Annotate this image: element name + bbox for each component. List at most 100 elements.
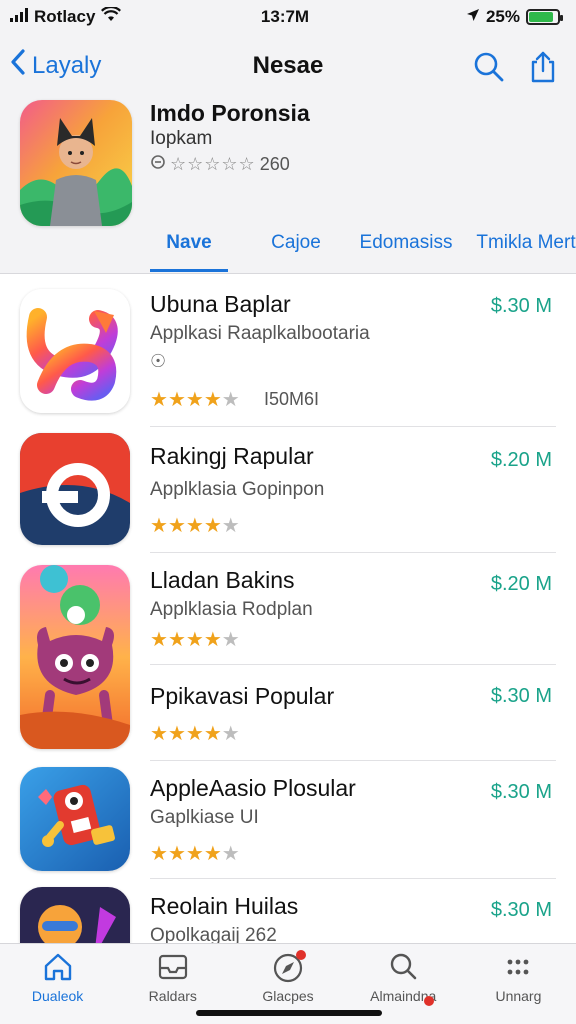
notification-badge — [423, 996, 434, 1006]
star-icon: ★ — [203, 723, 222, 745]
status-left: Rotlacy — [10, 5, 190, 27]
carrier-name: Rotlacy — [34, 7, 96, 26]
price-button[interactable]: $.30 M — [491, 899, 552, 922]
star-icon: ★ — [185, 629, 204, 651]
star-icon: ★ — [185, 723, 204, 745]
tabbar-label: Raldars — [148, 988, 197, 1004]
featured-app-stars: ☆☆☆☆☆ — [170, 154, 256, 174]
app-subtitle: Applklasia Gopinpon — [150, 479, 325, 500]
tab-edomasiss[interactable]: Edomasiss — [346, 220, 466, 272]
app-rating-stars: ★★★★★ — [150, 841, 240, 866]
status-bar: Rotlacy 13:7M 25% — [0, 0, 576, 34]
star-icon: ★ — [150, 843, 168, 865]
status-time: 13:7M — [260, 7, 310, 26]
star-icon: ★ — [150, 389, 168, 411]
grid-icon — [508, 959, 529, 975]
share-icon — [531, 51, 555, 83]
star-icon: ★ — [185, 389, 204, 411]
battery-level — [529, 12, 553, 22]
location-icon — [466, 7, 480, 27]
app-subtitle: Opolkagaij 262 — [150, 925, 277, 943]
tabbar-label: Glacpes — [262, 988, 314, 1004]
segment-tabs: Nave Cajoe Edomasiss Tmikla Mert — [150, 220, 576, 272]
app-icon[interactable] — [20, 767, 130, 871]
star-icon: ★ — [167, 723, 186, 745]
tab-tmikla-mert[interactable]: Tmikla Mert — [466, 220, 576, 272]
app-extra-icon: ☉ — [150, 351, 167, 371]
app-rating-stars: ★★★★★ — [150, 627, 240, 652]
tabbar-item-unnarg[interactable]: Unnarg — [461, 944, 576, 1024]
star-icon: ★ — [150, 629, 168, 651]
star-icon: ★ — [167, 843, 186, 865]
star-icon: ★ — [167, 389, 186, 411]
star-icon: ★ — [221, 389, 240, 411]
list-item[interactable]: Ppikavasi Popular ★★★★★ $.30 M — [0, 665, 576, 761]
app-subtitle: Applkasi Raaplkalbootaria — [150, 323, 370, 344]
star-icon: ★ — [221, 723, 240, 745]
tabbar-item-home[interactable]: Dualeok — [0, 944, 115, 1024]
tabbar-label: Unnarg — [495, 988, 542, 1004]
star-icon: ★ — [167, 515, 186, 537]
star-icon: ★ — [185, 515, 204, 537]
price-button[interactable]: $.20 M — [491, 573, 552, 596]
app-rating-count: I50M6I — [264, 389, 320, 409]
featured-app-rating: ☆☆☆☆☆ 260 — [150, 154, 290, 175]
star-icon: ★ — [203, 389, 222, 411]
home-icon — [44, 953, 71, 981]
app-name: Rakingj Rapular — [150, 443, 314, 469]
app-rating-stars: ★★★★★ — [150, 721, 240, 746]
featured-app-rating-count: 260 — [259, 154, 290, 174]
tabbar-label: Dualeok — [31, 988, 84, 1004]
app-icon[interactable] — [20, 433, 130, 545]
rating-circle-icon — [150, 154, 166, 175]
list-item[interactable]: AppleAasio Plosular Gaplkiase UI ★★★★★ $… — [0, 761, 576, 879]
tab-nave[interactable]: Nave — [150, 220, 228, 272]
price-button[interactable]: $.30 M — [491, 685, 552, 708]
nav-bar: Layaly Nesae — [0, 42, 576, 86]
star-icon: ★ — [167, 629, 186, 651]
featured-app-subtitle: Iopkam — [150, 128, 213, 149]
star-icon: ★ — [221, 843, 240, 865]
price-button[interactable]: $.30 M — [491, 781, 552, 804]
battery-icon — [526, 9, 563, 25]
app-icon[interactable] — [20, 289, 130, 413]
back-label: Layaly — [32, 51, 102, 79]
star-icon: ★ — [203, 515, 222, 537]
app-header: Layaly Nesae Imdo Poronsia Iopkam ☆☆☆☆☆ … — [0, 34, 576, 274]
search-button[interactable] — [472, 50, 506, 84]
search-icon — [391, 953, 417, 980]
app-list: Ubuna Baplar Applkasi Raaplkalbootaria ☉… — [0, 275, 576, 943]
star-icon: ★ — [150, 723, 168, 745]
list-item[interactable]: Rakingj Rapular Applklasia Gopinpon ★★★★… — [0, 427, 576, 553]
list-item[interactable]: Ubuna Baplar Applkasi Raaplkalbootaria ☉… — [0, 275, 576, 427]
app-name: Ubuna Baplar — [150, 291, 291, 317]
app-rating-stars: ★★★★★ — [150, 513, 240, 538]
app-name: Ppikavasi Popular — [150, 683, 335, 709]
list-item[interactable]: Lladan Bakins Applklasia Rodplan ★★★★★ $… — [0, 553, 576, 749]
app-subtitle: Gaplkiase UI — [150, 807, 259, 828]
home-indicator — [196, 1010, 382, 1016]
app-icon[interactable] — [20, 887, 130, 943]
tray-icon — [158, 954, 187, 980]
list-item[interactable]: Reolain Huilas Opolkagaij 262 $.30 M — [0, 879, 576, 943]
star-icon: ★ — [150, 515, 168, 537]
app-name: Reolain Huilas — [150, 893, 299, 919]
tab-cajoe[interactable]: Cajoe — [246, 220, 346, 272]
status-right: 25% — [380, 7, 563, 27]
featured-app-icon[interactable] — [20, 100, 132, 226]
price-button[interactable]: $.20 M — [491, 449, 552, 472]
back-button[interactable]: Layaly — [10, 48, 101, 83]
app-subtitle: Applklasia Rodplan — [150, 599, 313, 620]
share-button[interactable] — [526, 50, 560, 84]
app-rating-stars: ★★★★★ — [150, 387, 240, 412]
star-icon: ★ — [221, 629, 240, 651]
search-icon — [474, 52, 504, 82]
chevron-left-icon — [10, 48, 26, 83]
star-icon: ★ — [185, 843, 204, 865]
featured-app-title: Imdo Poronsia — [150, 100, 310, 126]
signal-icon — [10, 7, 28, 27]
app-name: AppleAasio Plosular — [150, 775, 356, 801]
battery-percent: 25% — [485, 7, 520, 26]
price-button[interactable]: $.30 M — [491, 295, 552, 318]
star-icon: ★ — [203, 629, 222, 651]
